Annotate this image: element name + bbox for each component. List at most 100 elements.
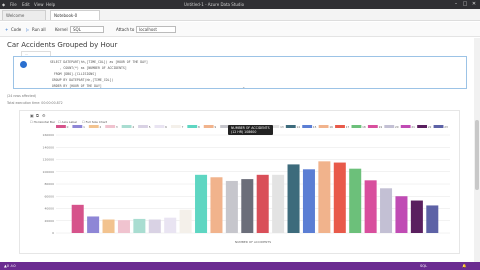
chart-tooltip: NUMBER OF ACCIDENTS (12 HR) 108600: [228, 125, 273, 135]
legend-swatch[interactable]: [56, 125, 66, 128]
bar-hour-19[interactable]: [364, 180, 377, 233]
bar-hour-14[interactable]: [287, 164, 300, 233]
legend-label: 5: [149, 125, 151, 129]
legend-label: 8: [198, 125, 200, 129]
legend-label: 19: [379, 125, 383, 129]
settings-icon[interactable]: ⚙: [42, 113, 46, 118]
bell-icon[interactable]: 🔔: [462, 262, 466, 270]
code-line: , COUNT(*) as [NUMBER OF ACCIDENTS]: [50, 66, 127, 70]
bar-hour-2[interactable]: [102, 219, 115, 233]
y-tick-label: 140000: [43, 145, 55, 149]
legend-swatch[interactable]: [138, 125, 148, 128]
legend-label: 3: [116, 125, 118, 129]
bar-hour-8[interactable]: [195, 174, 208, 233]
legend-swatch[interactable]: [351, 125, 362, 128]
legend-swatch[interactable]: [318, 125, 329, 128]
legend-swatch[interactable]: [433, 125, 444, 128]
y-tick-label: 40000: [44, 207, 54, 211]
legend-label: 14: [297, 125, 301, 129]
run-all-button[interactable]: Run all: [32, 22, 46, 37]
y-tick-label: 0: [52, 231, 54, 235]
legend-swatch[interactable]: [121, 125, 132, 128]
legend-swatch[interactable]: [384, 125, 395, 128]
axis-label-label: Axis Label: [61, 120, 77, 124]
legend-label: 9: [214, 125, 216, 129]
full-size-chart-toggle[interactable]: ☐ Full Size Chart: [82, 120, 107, 124]
copy-icon[interactable]: ⧉: [36, 113, 39, 118]
legend-label: 23: [444, 125, 448, 129]
code-cell[interactable]: SELECT DATEPART(hh,[TIME_COL]) as [HOUR …: [13, 56, 467, 89]
title-bar: ◆ File Edit View Help Untitled-1 - Azure…: [0, 0, 480, 9]
legend-swatch[interactable]: [335, 125, 345, 128]
legend-swatch[interactable]: [302, 125, 313, 128]
status-remote-icon[interactable]: ▲0 ⚠0: [4, 262, 16, 270]
legend-swatch[interactable]: [203, 125, 214, 128]
legend-swatch[interactable]: [417, 125, 428, 128]
legend-swatch[interactable]: [105, 125, 116, 128]
menu-help[interactable]: Help: [46, 0, 55, 9]
menu-file[interactable]: File: [10, 0, 17, 9]
horizontal-bar-toggle[interactable]: ☐ Horizontal Bar: [30, 120, 55, 124]
tab-welcome[interactable]: Welcome: [2, 10, 46, 20]
bar-hour-23[interactable]: [426, 205, 439, 233]
legend-label: 2: [100, 125, 102, 129]
bar-hour-11[interactable]: [241, 179, 254, 233]
bar-hour-15[interactable]: [302, 169, 315, 233]
legend-swatch[interactable]: [154, 125, 165, 128]
bar-hour-12[interactable]: [256, 174, 269, 233]
scrollbar-thumb[interactable]: [475, 120, 479, 190]
code-line: SELECT DATEPART(hh,[TIME_COL]) as [HOUR …: [50, 60, 148, 64]
run-all-icon[interactable]: ▷: [26, 22, 29, 37]
bar-hour-16[interactable]: [318, 161, 331, 233]
bar-hour-0[interactable]: [71, 204, 84, 233]
menu-edit[interactable]: Edit: [22, 0, 30, 9]
bar-hour-7[interactable]: [179, 209, 192, 233]
bar-hour-6[interactable]: [164, 217, 177, 233]
chart-output: ▣ ⧉ ⚙ ☐ Horizontal Bar ☐ Axis Label ☐ Fu…: [19, 110, 460, 254]
legend-label: 17: [346, 125, 350, 129]
y-tick-label: 20000: [44, 219, 54, 223]
bar-hour-1[interactable]: [87, 216, 100, 233]
bar-hour-20[interactable]: [380, 188, 393, 233]
legend-swatch[interactable]: [170, 125, 181, 128]
legend-label: 21: [411, 125, 415, 129]
bar-hour-3[interactable]: [117, 220, 130, 233]
notebook-toolbar: + Code ▷ Run all Kernel SQL Attach to lo…: [0, 22, 480, 37]
bar-hour-22[interactable]: [410, 200, 423, 233]
legend-label: 6: [165, 125, 167, 129]
tab-bar: Welcome Notebook-0: [0, 9, 480, 21]
bar-hour-5[interactable]: [148, 219, 161, 233]
menu-view[interactable]: View: [34, 0, 44, 9]
bar-hour-10[interactable]: [225, 180, 238, 233]
legend-label: 18: [362, 125, 366, 129]
status-language[interactable]: SQL: [420, 262, 427, 270]
bar-hour-18[interactable]: [349, 168, 362, 233]
legend-swatch[interactable]: [400, 125, 411, 128]
kernel-select-value: SQL: [73, 27, 81, 32]
legend-swatch[interactable]: [88, 125, 99, 128]
bar-hour-13[interactable]: [272, 174, 285, 233]
collapse-chevron-icon[interactable]: ⌃: [242, 86, 245, 91]
legend-swatch[interactable]: [72, 125, 83, 128]
legend-swatch[interactable]: [187, 125, 198, 128]
code-cell-button[interactable]: Code: [11, 22, 21, 37]
legend-label: 7: [182, 125, 184, 129]
bar-hour-4[interactable]: [133, 218, 146, 233]
legend-swatch[interactable]: [285, 125, 296, 128]
kernel-select[interactable]: SQL: [70, 26, 104, 33]
tab-notebook[interactable]: Notebook-0: [50, 10, 100, 20]
legend-swatch[interactable]: [367, 125, 378, 128]
bar-hour-17[interactable]: [333, 162, 346, 233]
add-cell-icon[interactable]: +: [5, 22, 8, 37]
minimize-icon[interactable]: –: [452, 1, 460, 8]
axis-label-toggle[interactable]: ☐ Axis Label: [58, 120, 77, 124]
close-icon[interactable]: ✕: [470, 1, 478, 8]
full-size-chart-label: Full Size Chart: [85, 120, 108, 124]
maximize-icon[interactable]: □: [461, 1, 469, 8]
legend-label: 15: [313, 125, 317, 129]
bar-hour-21[interactable]: [395, 196, 408, 233]
run-cell-icon[interactable]: [20, 61, 27, 68]
attach-to-select[interactable]: localhost: [136, 26, 176, 33]
save-image-icon[interactable]: ▣: [30, 113, 34, 118]
bar-hour-9[interactable]: [210, 177, 223, 233]
